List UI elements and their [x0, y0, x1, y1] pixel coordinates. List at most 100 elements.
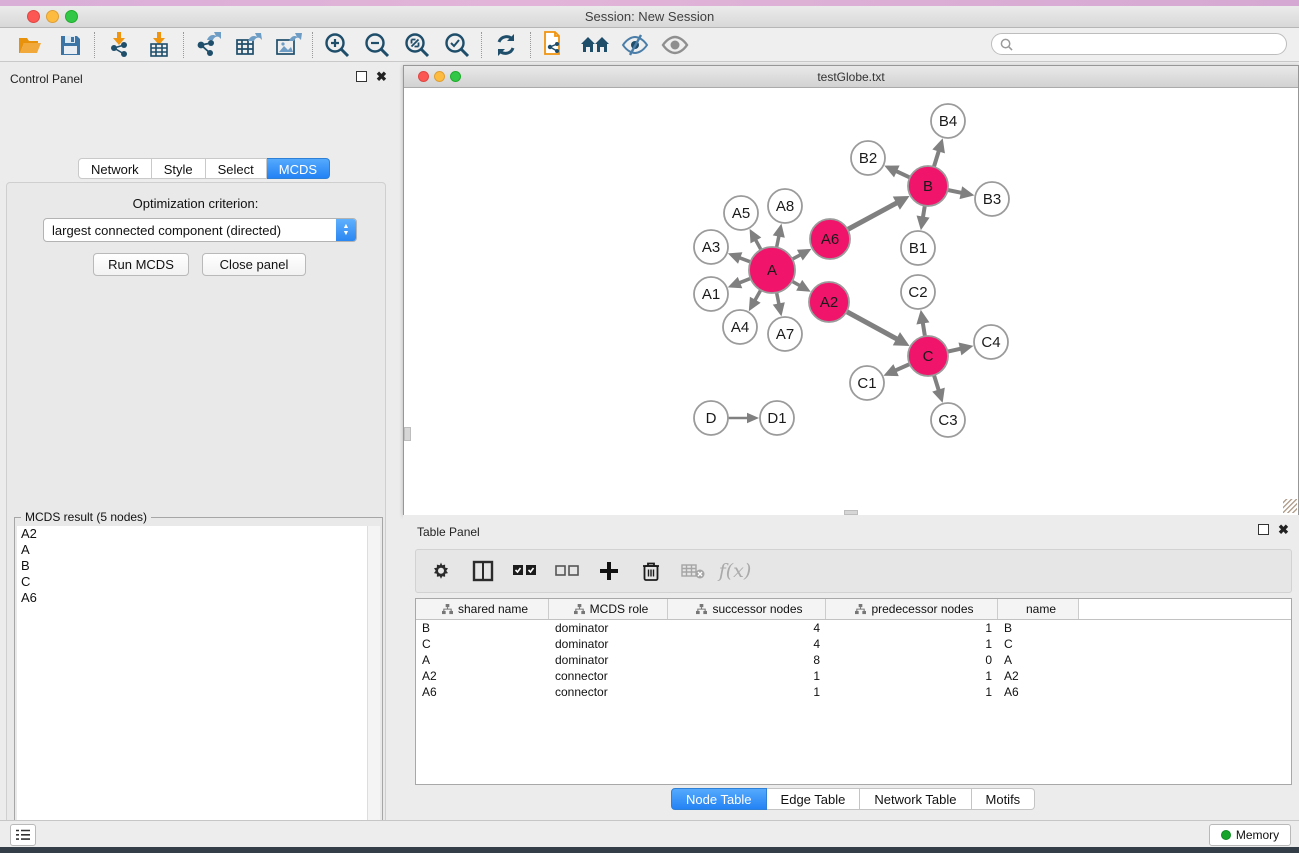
- zoom-fit-button[interactable]: [397, 30, 437, 60]
- cell-shared-name[interactable]: A6: [416, 685, 549, 699]
- result-item[interactable]: A: [17, 542, 369, 558]
- home-layout-button[interactable]: [575, 30, 615, 60]
- column-header-shared-name[interactable]: shared name: [416, 599, 549, 619]
- cell-MCDS-role[interactable]: dominator: [549, 653, 668, 667]
- create-column-button[interactable]: [592, 554, 626, 588]
- zoom-selected-button[interactable]: [437, 30, 477, 60]
- refresh-view-button[interactable]: [486, 30, 526, 60]
- task-history-button[interactable]: [10, 824, 36, 846]
- cell-shared-name[interactable]: C: [416, 637, 549, 651]
- float-panel-icon[interactable]: [1258, 524, 1269, 535]
- float-panel-icon[interactable]: [356, 71, 367, 82]
- network-titlebar[interactable]: testGlobe.txt: [404, 66, 1298, 88]
- run-mcds-button[interactable]: Run MCDS: [93, 253, 189, 276]
- tab-node-table[interactable]: Node Table: [671, 788, 767, 810]
- open-session-button[interactable]: [10, 30, 50, 60]
- tab-select[interactable]: Select: [206, 158, 267, 179]
- resize-grip[interactable]: [1283, 499, 1297, 513]
- cell-name[interactable]: B: [998, 621, 1079, 635]
- criterion-select[interactable]: largest connected component (directed) ▲…: [43, 218, 357, 242]
- close-window-button[interactable]: [27, 10, 40, 23]
- hide-graphics-button[interactable]: [615, 30, 655, 60]
- cell-MCDS-role[interactable]: dominator: [549, 637, 668, 651]
- zoom-in-button[interactable]: [317, 30, 357, 60]
- import-table-button[interactable]: [139, 30, 179, 60]
- network-minimize-button[interactable]: [434, 71, 445, 82]
- cell-predecessor-nodes[interactable]: 1: [826, 637, 998, 651]
- result-item[interactable]: C: [17, 574, 369, 590]
- search-field[interactable]: [991, 33, 1287, 55]
- result-item[interactable]: A2: [17, 526, 369, 542]
- close-panel-button[interactable]: Close panel: [202, 253, 306, 276]
- network-canvas[interactable]: AA6A2BCA1A3A4A5A7A8B1B2B3B4C1C2C3C4DD1: [404, 89, 1298, 515]
- save-session-button[interactable]: [50, 30, 90, 60]
- cell-MCDS-role[interactable]: connector: [549, 669, 668, 683]
- network-close-button[interactable]: [418, 71, 429, 82]
- column-header-name[interactable]: name: [998, 599, 1079, 619]
- tab-network[interactable]: Network: [78, 158, 152, 179]
- zoom-out-button[interactable]: [357, 30, 397, 60]
- export-network-button[interactable]: [188, 30, 228, 60]
- column-header-successor-nodes[interactable]: successor nodes: [668, 599, 826, 619]
- cell-predecessor-nodes[interactable]: 1: [826, 669, 998, 683]
- result-item[interactable]: B: [17, 558, 369, 574]
- table-row[interactable]: Bdominator41B: [416, 620, 1291, 636]
- export-table-button[interactable]: [228, 30, 268, 60]
- clone-network-button[interactable]: [535, 30, 575, 60]
- table-row[interactable]: Cdominator41C: [416, 636, 1291, 652]
- function-builder-button[interactable]: f(x): [718, 554, 752, 588]
- minimize-window-button[interactable]: [46, 10, 59, 23]
- table-row[interactable]: A6connector11A6: [416, 684, 1291, 700]
- result-item[interactable]: A6: [17, 590, 369, 606]
- tab-edge-table[interactable]: Edge Table: [767, 788, 861, 810]
- table-row[interactable]: A2connector11A2: [416, 668, 1291, 684]
- import-network-button[interactable]: [99, 30, 139, 60]
- column-header-MCDS-role[interactable]: MCDS role: [549, 599, 668, 619]
- tab-style[interactable]: Style: [152, 158, 206, 179]
- cell-successor-nodes[interactable]: 8: [668, 653, 826, 667]
- tab-network-table[interactable]: Network Table: [860, 788, 971, 810]
- cell-name[interactable]: A6: [998, 685, 1079, 699]
- cell-predecessor-nodes[interactable]: 0: [826, 653, 998, 667]
- show-columns-button[interactable]: [466, 554, 500, 588]
- toolbar-separator: [312, 32, 313, 58]
- cell-successor-nodes[interactable]: 1: [668, 685, 826, 699]
- cell-shared-name[interactable]: A2: [416, 669, 549, 683]
- close-panel-icon[interactable]: ✖: [376, 71, 387, 82]
- tab-motifs[interactable]: Motifs: [972, 788, 1036, 810]
- cell-predecessor-nodes[interactable]: 1: [826, 621, 998, 635]
- table-row[interactable]: Adominator80A: [416, 652, 1291, 668]
- cell-shared-name[interactable]: A: [416, 653, 549, 667]
- main-titlebar[interactable]: Session: New Session: [0, 6, 1299, 28]
- search-input[interactable]: [1013, 35, 1286, 53]
- column-header-predecessor-nodes[interactable]: predecessor nodes: [826, 599, 998, 619]
- zoom-window-button[interactable]: [65, 10, 78, 23]
- cell-shared-name[interactable]: B: [416, 621, 549, 635]
- show-graphics-button[interactable]: [655, 30, 695, 60]
- deselect-all-columns-button[interactable]: [550, 554, 584, 588]
- cell-successor-nodes[interactable]: 4: [668, 621, 826, 635]
- delete-column-button[interactable]: [634, 554, 668, 588]
- select-all-columns-button[interactable]: [508, 554, 542, 588]
- export-image-button[interactable]: [268, 30, 308, 60]
- cell-name[interactable]: C: [998, 637, 1079, 651]
- cell-MCDS-role[interactable]: connector: [549, 685, 668, 699]
- vertical-scroll-nub[interactable]: [404, 427, 411, 441]
- clone-network-icon: [542, 31, 568, 59]
- network-graph[interactable]: AA6A2BCA1A3A4A5A7A8B1B2B3B4C1C2C3C4DD1: [404, 89, 1298, 515]
- table-settings-button[interactable]: [424, 554, 458, 588]
- cell-name[interactable]: A: [998, 653, 1079, 667]
- mcds-result-list[interactable]: A2ABCA6: [17, 526, 369, 853]
- network-zoom-button[interactable]: [450, 71, 461, 82]
- tab-mcds[interactable]: MCDS: [267, 158, 330, 179]
- close-panel-icon[interactable]: ✖: [1278, 524, 1289, 535]
- cell-predecessor-nodes[interactable]: 1: [826, 685, 998, 699]
- cell-MCDS-role[interactable]: dominator: [549, 621, 668, 635]
- node-table[interactable]: shared nameMCDS rolesuccessor nodesprede…: [415, 598, 1292, 785]
- cell-name[interactable]: A2: [998, 669, 1079, 683]
- memory-button[interactable]: Memory: [1209, 824, 1291, 846]
- delete-table-button[interactable]: [676, 554, 710, 588]
- cell-successor-nodes[interactable]: 4: [668, 637, 826, 651]
- result-scrollbar[interactable]: [367, 526, 380, 853]
- cell-successor-nodes[interactable]: 1: [668, 669, 826, 683]
